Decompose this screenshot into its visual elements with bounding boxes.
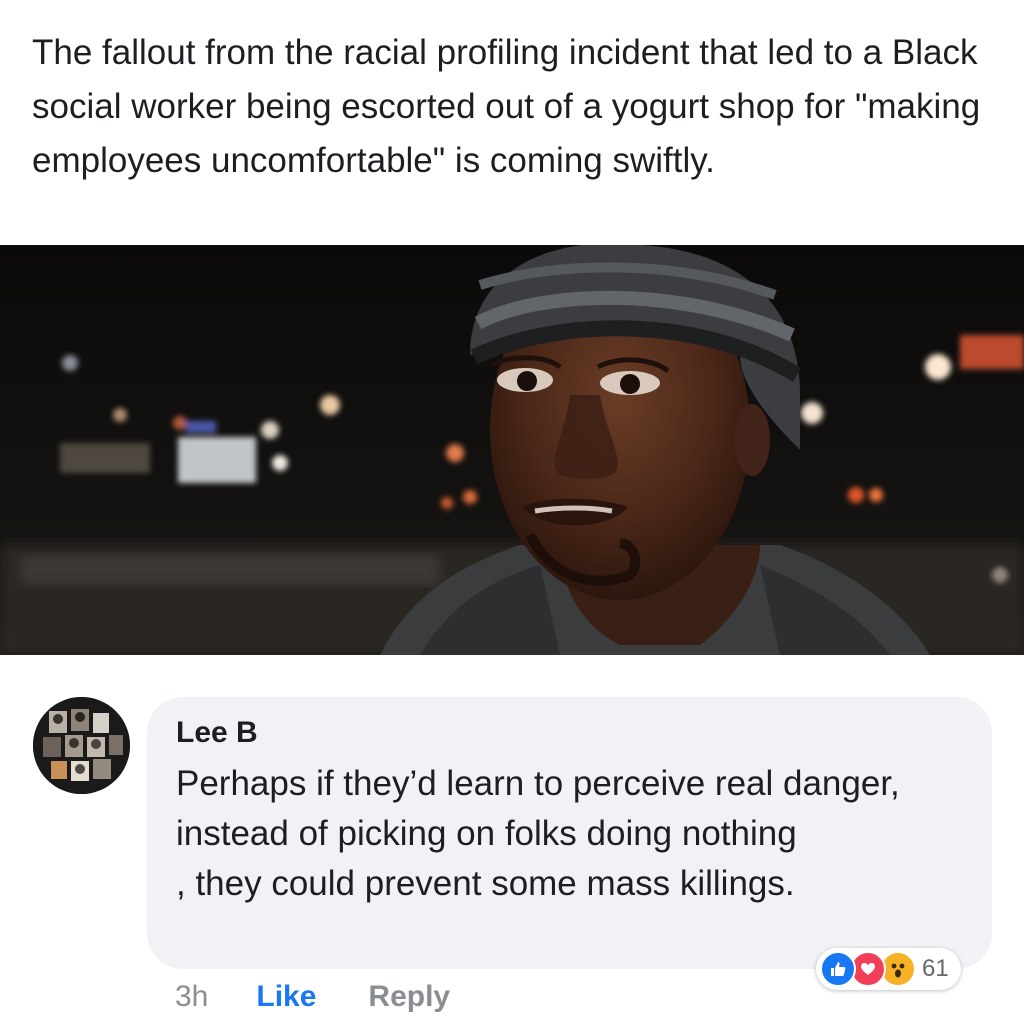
post-photo[interactable]	[0, 245, 1024, 655]
reactions-summary[interactable]: 61	[816, 948, 961, 990]
avatar-collage-image	[33, 697, 130, 794]
reply-button[interactable]: Reply	[368, 980, 450, 1014]
like-icon	[820, 951, 856, 987]
news-interview-image	[0, 245, 1024, 655]
comment-author[interactable]: Lee B	[176, 716, 258, 750]
like-button[interactable]: Like	[256, 980, 316, 1014]
comment-text: Perhaps if they’d learn to perceive real…	[176, 764, 900, 903]
post-text: The fallout from the racial profiling in…	[32, 33, 981, 180]
comment: Lee B Perhaps if they’d learn to perceiv…	[0, 684, 1024, 1024]
reaction-count: 61	[922, 955, 949, 982]
comment-actions: 3h Like Reply	[175, 980, 450, 1014]
comment-bubble: Lee B Perhaps if they’d learn to perceiv…	[147, 697, 992, 969]
avatar[interactable]	[33, 697, 130, 794]
comment-timestamp[interactable]: 3h	[175, 980, 208, 1014]
